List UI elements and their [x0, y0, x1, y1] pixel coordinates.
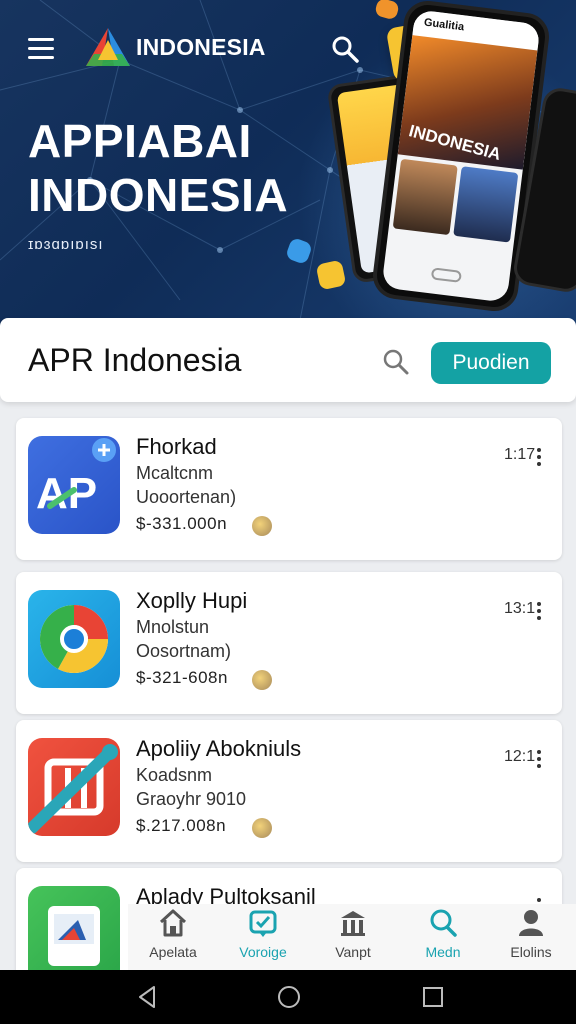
promo-poster: INDONESIA: [397, 35, 538, 170]
list-item[interactable]: AP Fhorkad Mcaltcnm Uooortenan) $-331.00…: [16, 418, 562, 560]
hero-banner: INDONESIA APPIABAI INDONESIA ɪɒɜɑɒıɒısı …: [0, 0, 576, 330]
search-title: APR Indonesia: [28, 342, 242, 378]
nav-label: Apelata: [149, 944, 197, 960]
nav-item-voroige[interactable]: Voroige: [218, 904, 308, 970]
app-name: Fhorkad: [136, 434, 217, 459]
hero-title: APPIABAI INDONESIA: [28, 115, 289, 221]
search-submit-button[interactable]: Puodien: [431, 342, 551, 384]
app-time: 13:1: [504, 600, 536, 617]
nav-label: Elolins: [510, 944, 552, 960]
app-time: 12:1: [504, 748, 536, 765]
app-name: Apoliiy Abokniuls: [136, 736, 302, 761]
app-developer: Mcaltcnm: [136, 463, 214, 483]
brand-name: INDONESIA: [136, 34, 266, 60]
profile-icon: [519, 910, 543, 936]
search-icon[interactable]: [330, 34, 360, 64]
app-price: $-331.000n: [136, 514, 228, 533]
app-category: Uooortenan): [136, 487, 237, 507]
nav-item-profile[interactable]: Elolins: [486, 904, 576, 970]
list-item[interactable]: Apoliiy Abokniuls Koadsnm Graoyhr 9010 $…: [16, 720, 562, 862]
app-price: $-321-608n: [136, 668, 228, 687]
back-icon[interactable]: [134, 984, 160, 1010]
bank-icon: [341, 911, 365, 936]
app-category: Oosortnam): [136, 641, 232, 661]
more-options-icon[interactable]: [534, 448, 544, 470]
search-bar: APR Indonesia Puodien: [0, 318, 576, 402]
app-developer: Koadsnm: [136, 765, 213, 785]
app-price: $.217.008n: [136, 816, 227, 835]
nav-label: Voroige: [239, 944, 287, 960]
home-circle-icon[interactable]: [276, 984, 302, 1010]
list-item[interactable]: Xoplly Hupi Mnolstun Oosortnam) $-321-60…: [16, 572, 562, 714]
hero-subtitle: ɪɒɜɑɒıɒısı: [28, 236, 104, 253]
app-developer: Mnolstun: [136, 617, 210, 637]
coin-icon: [252, 516, 272, 536]
nav-item-home[interactable]: Apelata: [128, 904, 218, 970]
coin-icon: [252, 818, 272, 838]
app-category: Graoyhr 9010: [136, 789, 247, 809]
coin-icon: [252, 670, 272, 690]
bottom-navigation: Apelata Voroige Vanpt Medn Elolins: [128, 904, 576, 970]
badge-icon: [249, 910, 277, 937]
app-time: 1:17: [504, 446, 536, 463]
home-icon: [159, 909, 187, 937]
more-options-icon[interactable]: [534, 602, 544, 624]
search-icon: [430, 909, 457, 937]
brand-logo-icon: [86, 28, 130, 66]
nav-label: Medn: [425, 944, 461, 960]
promo-thumbnails: [388, 154, 523, 247]
ap-app-icon: AP: [28, 436, 120, 534]
recents-icon[interactable]: [420, 984, 446, 1010]
system-navigation-bar: [0, 970, 576, 1024]
nav-item-medn[interactable]: Medn: [398, 904, 488, 970]
chrome-like-app-icon: [28, 590, 120, 688]
search-icon[interactable]: [382, 348, 410, 376]
app-name: Xoplly Hupi: [136, 588, 248, 613]
promo-phone-home: [430, 267, 462, 283]
nav-item-vanpt[interactable]: Vanpt: [308, 904, 398, 970]
menu-icon[interactable]: [28, 38, 54, 60]
nav-label: Vanpt: [335, 944, 371, 960]
more-options-icon[interactable]: [534, 750, 544, 772]
red-app-icon: [28, 738, 120, 836]
